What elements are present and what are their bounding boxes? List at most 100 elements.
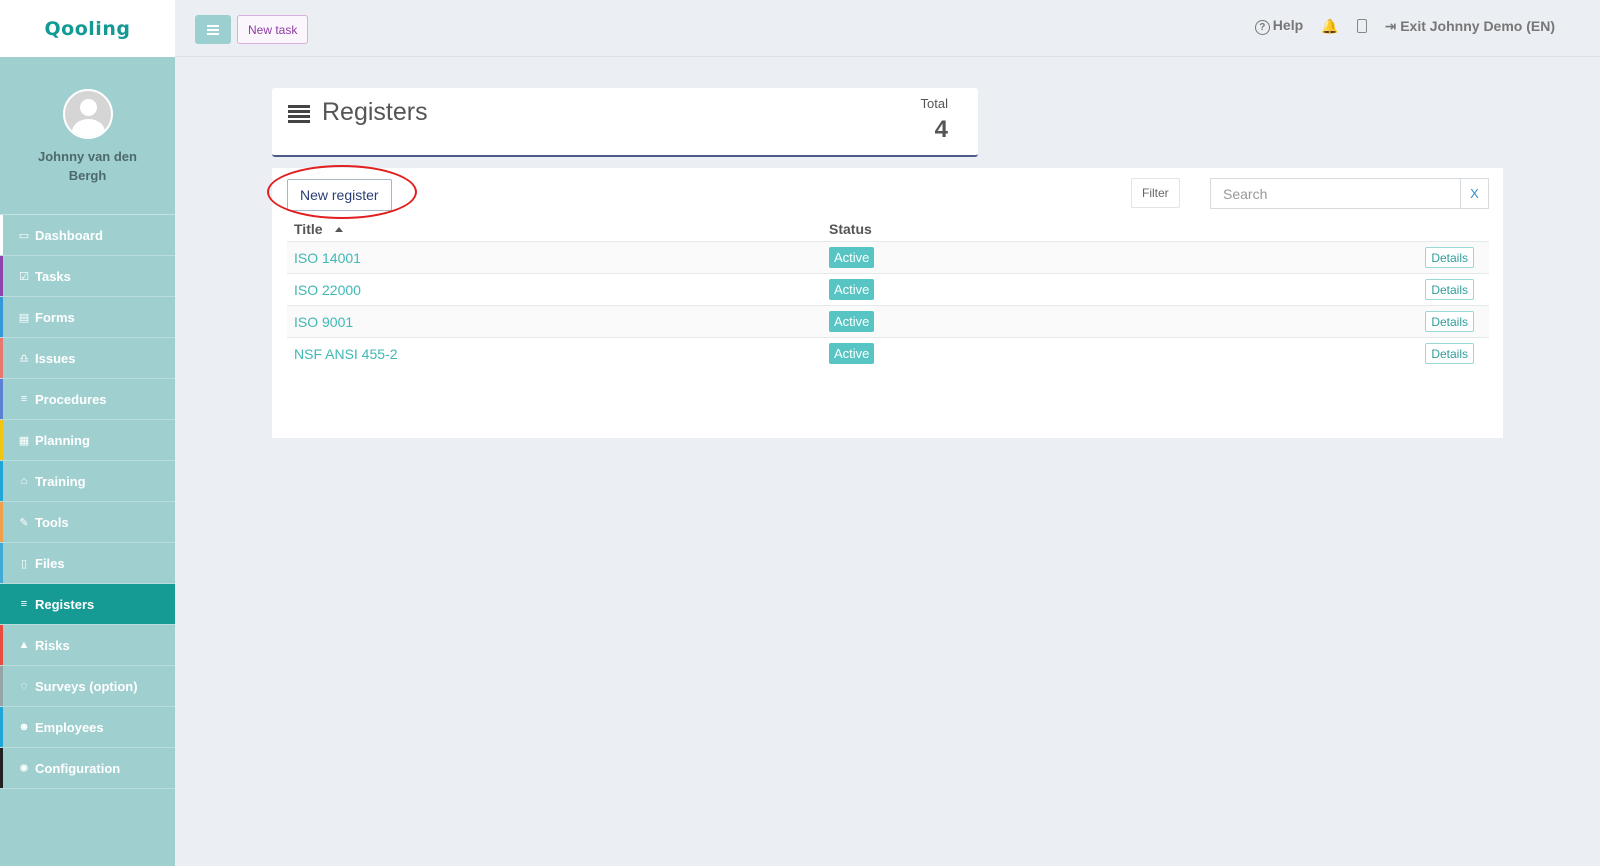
sidebar-item-color-bar [0,543,3,583]
logo-area[interactable]: Qooling [0,0,175,57]
status-cell: Active [829,311,1425,332]
sidebar-item-files[interactable]: ▯ Files [0,543,175,584]
register-title-link[interactable]: ISO 9001 [287,314,829,330]
checkbox-icon: ☑ [19,270,29,283]
sidebar-item-label: Registers [35,596,95,612]
sidebar-item-label: Tools [35,514,69,530]
users-icon: ☻ [18,721,30,733]
new-task-button[interactable]: New task [237,15,309,44]
filter-button[interactable]: Filter [1131,178,1180,208]
sidebar-item-label: Configuration [35,760,121,776]
status-cell: Active [829,343,1425,364]
table-header: Title Status [287,217,1489,241]
topbar: New task ? Help 🔔 ⇥ Exit Johnny Demo (EN) [175,0,1600,57]
avatar[interactable] [62,89,113,139]
highlight-circle [267,165,417,219]
speech-bubble-icon: ◌ [20,680,28,692]
register-title-link[interactable]: ISO 14001 [287,250,829,266]
sidebar-item-color-bar [0,625,3,665]
bell-icon: ♎ [19,352,29,365]
sidebar-item-configuration[interactable]: ✺ Configuration [0,748,175,789]
details-button[interactable]: Details [1425,343,1474,364]
exit-icon: ⇥ [1384,17,1401,34]
details-button[interactable]: Details [1425,279,1474,300]
hamburger-icon [207,28,219,31]
warning-icon: ▲ [18,639,30,651]
clear-search-button[interactable]: X [1460,178,1489,209]
help-label: Help [1272,17,1304,33]
sidebar-item-label: Files [35,555,65,571]
pdf-file-icon: ▯ [20,557,28,570]
user-profile: Johnny van den Bergh [0,57,175,215]
app-logo: Qooling [44,17,131,40]
page-header-card: Registers Total 4 [272,88,978,157]
sidebar-item-registers[interactable]: ≡ Registers [0,584,175,625]
sidebar-item-forms[interactable]: ▤ Forms [0,297,175,338]
help-link[interactable]: ? Help [1254,17,1304,35]
sidebar-item-color-bar [0,502,3,542]
table-row: ISO 9001 Active Details [287,305,1489,337]
registers-list-icon [288,105,310,123]
help-icon: ? [1254,20,1270,35]
status-badge: Active [829,247,875,268]
sidebar-item-dashboard[interactable]: ▭ Dashboard [0,215,175,256]
sidebar-item-label: Procedures [35,391,107,407]
notifications-bell-icon[interactable]: 🔔 [1321,18,1338,35]
title-column-header[interactable]: Title [287,221,829,237]
sidebar-item-label: Dashboard [35,227,103,243]
sidebar-item-procedures[interactable]: ≡ Procedures [0,379,175,420]
sidebar-item-color-bar [0,420,3,460]
sidebar-item-label: Issues [35,350,76,366]
sidebar-item-surveys-option[interactable]: ◌ Surveys (option) [0,666,175,707]
sidebar-item-tasks[interactable]: ☑ Tasks [0,256,175,297]
sidebar-item-label: Tasks [35,268,71,284]
calendar-icon: ▦ [18,434,30,447]
sidebar-item-label: Surveys (option) [35,678,138,694]
total-count: 4 [934,116,948,143]
sidebar-item-color-bar [0,584,3,624]
list-icon: ≡ [20,393,28,405]
sidebar-item-color-bar [0,379,3,419]
register-title-link[interactable]: NSF ANSI 455-2 [287,346,829,362]
sidebar-item-label: Employees [35,719,104,735]
details-button[interactable]: Details [1425,247,1474,268]
sidebar-item-color-bar [0,748,3,788]
exit-label: Exit Johnny Demo (EN) [1400,17,1555,34]
registers-table: Title Status ISO 14001 Active Details ISO 2… [287,217,1489,369]
sidebar-nav: ▭ Dashboard ☑ Tasks ▤ Forms ♎ Issues ≡ Procedures… [0,215,175,789]
status-column-header[interactable]: Status [829,221,872,237]
status-cell: Active [829,247,1425,268]
sidebar-item-issues[interactable]: ♎ Issues [0,338,175,379]
menu-toggle-button[interactable] [195,15,231,44]
details-button[interactable]: Details [1425,311,1474,332]
search-input[interactable] [1210,178,1460,209]
sidebar-item-tools[interactable]: ✎ Tools [0,502,175,543]
sidebar-item-risks[interactable]: ▲ Risks [0,625,175,666]
sort-ascending-icon [334,226,343,232]
exit-link[interactable]: ⇥ Exit Johnny Demo (EN) [1385,18,1555,35]
sidebar-item-employees[interactable]: ☻ Employees [0,707,175,748]
sidebar-item-color-bar [0,297,3,337]
sidebar-item-color-bar [0,666,3,706]
sidebar-item-color-bar [0,338,3,378]
sidebar-item-training[interactable]: ⌂ Training [0,461,175,502]
topbar-actions: ? Help 🔔 ⇥ Exit Johnny Demo (EN) [1254,17,1555,35]
sidebar-item-label: Training [35,473,86,489]
graduation-cap-icon: ⌂ [20,475,28,487]
sidebar-item-color-bar [0,707,3,747]
list-icon: ≡ [20,598,28,610]
sidebar-item-label: Planning [35,432,90,448]
register-title-link[interactable]: ISO 22000 [287,282,829,298]
monitor-icon: ▭ [18,229,30,242]
gear-icon: ✺ [19,762,29,775]
registers-panel: New register Filter X Title Status ISO 1… [267,165,1503,438]
sidebar-item-planning[interactable]: ▦ Planning [0,420,175,461]
tablet-icon[interactable] [1356,19,1367,33]
sidebar-item-color-bar [0,256,3,296]
status-badge: Active [829,343,875,364]
table-body: ISO 14001 Active Details ISO 22000 Active Det… [287,241,1489,369]
status-badge: Active [829,279,875,300]
sidebar: Qooling Johnny van den Bergh ▭ Dashboard ☑… [0,0,175,866]
page-title: Registers [322,98,428,126]
wrench-icon: ✎ [19,516,29,529]
